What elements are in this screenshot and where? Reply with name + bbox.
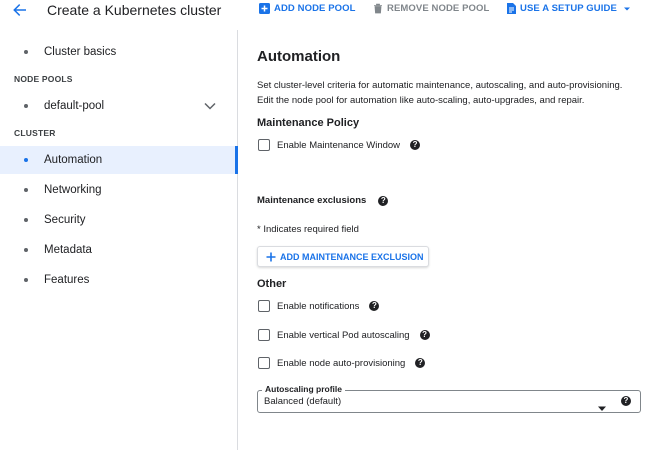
- sidebar-item-label: Automation: [44, 154, 103, 166]
- other-heading: Other: [257, 278, 287, 290]
- description-line: Edit the node pool for automation like a…: [257, 94, 585, 106]
- sidebar-item-label: Security: [44, 214, 86, 226]
- section-title: Automation: [257, 48, 341, 65]
- maintenance-exclusions-label: Maintenance exclusions: [257, 195, 367, 206]
- nap-checkbox[interactable]: [258, 357, 270, 369]
- vpa-checkbox[interactable]: [258, 329, 270, 341]
- back-arrow-icon[interactable]: [12, 2, 28, 18]
- sidebar: Cluster basics NODE POOLS default-pool C…: [0, 30, 238, 450]
- bullet-icon: [24, 158, 28, 162]
- sidebar-item-networking[interactable]: Networking: [0, 176, 238, 204]
- maintenance-window-checkbox[interactable]: [258, 139, 270, 151]
- caret-down-icon[interactable]: [597, 399, 607, 417]
- maintenance-exclusions-heading: Maintenance exclusions ?: [257, 195, 389, 206]
- help-icon[interactable]: ?: [415, 358, 426, 368]
- plus-icon: [266, 252, 276, 261]
- sidebar-item-features[interactable]: Features: [0, 266, 238, 294]
- autoscaling-profile-value: Balanced (default): [264, 396, 342, 407]
- notifications-row: Enable notifications ?: [257, 300, 380, 312]
- bullet-icon: [24, 188, 28, 192]
- help-icon[interactable]: ?: [410, 140, 421, 150]
- chevron-down-icon[interactable]: [204, 101, 216, 113]
- sidebar-item-label: Features: [44, 274, 90, 286]
- help-icon[interactable]: ?: [621, 396, 631, 406]
- section-description: Set cluster-level criteria for automatic…: [257, 79, 657, 108]
- autoscaling-profile-select[interactable]: Autoscaling profile Balanced (default) ?: [257, 384, 641, 413]
- maintenance-window-row: Enable Maintenance Window ?: [257, 139, 421, 151]
- sidebar-item-automation[interactable]: Automation: [0, 146, 238, 174]
- autoscaling-profile-label: Autoscaling profile: [262, 384, 345, 394]
- sidebar-item-label: Metadata: [44, 244, 92, 256]
- notifications-label[interactable]: Enable notifications: [277, 301, 359, 312]
- sidebar-item-security[interactable]: Security: [0, 206, 238, 234]
- page-title: Create a Kubernetes cluster: [47, 2, 222, 18]
- nap-label[interactable]: Enable node auto-provisioning: [277, 358, 405, 369]
- bullet-icon: [24, 104, 28, 108]
- help-icon[interactable]: ?: [369, 301, 380, 311]
- vpa-label[interactable]: Enable vertical Pod autoscaling: [277, 330, 410, 341]
- add-maintenance-exclusion-button[interactable]: ADD MAINTENANCE EXCLUSION: [257, 246, 429, 267]
- node-pools-heading: NODE POOLS: [14, 74, 73, 84]
- sidebar-item-default-pool[interactable]: default-pool: [0, 92, 238, 120]
- description-line: Set cluster-level criteria for automatic…: [257, 80, 623, 91]
- sidebar-item-cluster-basics[interactable]: Cluster basics: [0, 38, 238, 66]
- required-field-note: * Indicates required field: [257, 224, 359, 235]
- nap-row: Enable node auto-provisioning ?: [257, 357, 426, 369]
- main-panel: Automation Set cluster-level criteria fo…: [257, 0, 657, 450]
- help-icon[interactable]: ?: [378, 195, 389, 206]
- sidebar-item-metadata[interactable]: Metadata: [0, 236, 238, 264]
- bullet-icon: [24, 218, 28, 222]
- bullet-icon: [24, 50, 28, 54]
- cluster-heading: CLUSTER: [14, 128, 56, 138]
- sidebar-item-label: default-pool: [44, 100, 105, 112]
- maintenance-policy-heading: Maintenance Policy: [257, 117, 360, 129]
- bullet-icon: [24, 248, 28, 252]
- bullet-icon: [24, 278, 28, 282]
- add-maintenance-exclusion-label: ADD MAINTENANCE EXCLUSION: [280, 251, 424, 262]
- help-icon[interactable]: ?: [419, 330, 430, 340]
- sidebar-item-label: Networking: [44, 184, 102, 196]
- sidebar-item-label: Cluster basics: [44, 46, 117, 58]
- maintenance-window-label[interactable]: Enable Maintenance Window: [277, 140, 400, 151]
- vpa-row: Enable vertical Pod autoscaling ?: [257, 329, 430, 341]
- notifications-checkbox[interactable]: [258, 300, 270, 312]
